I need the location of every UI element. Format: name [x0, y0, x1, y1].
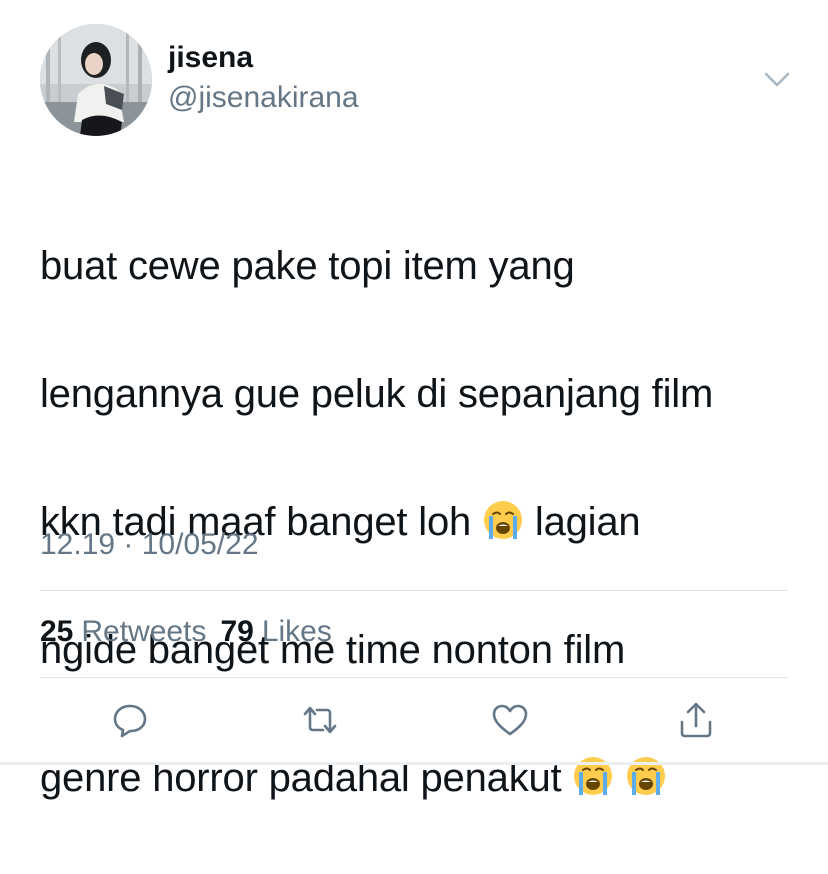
action-bar — [0, 690, 828, 750]
display-name[interactable]: jisena — [168, 40, 253, 76]
likes-label[interactable]: Likes — [262, 615, 332, 648]
reply-icon[interactable] — [108, 698, 152, 742]
divider — [40, 590, 788, 591]
retweets-count[interactable]: 25 — [40, 615, 73, 648]
tweet-text-line: lengannya gue peluk di sepanjang film — [40, 372, 714, 416]
chevron-down-icon[interactable] — [760, 64, 794, 94]
tweet-text: buat cewe pake topi item yang lengannya … — [40, 170, 810, 874]
engagement-stats: 25 Retweets 79 Likes — [40, 614, 332, 650]
tweet-text-line: buat cewe pake topi item yang — [40, 244, 575, 288]
share-icon[interactable] — [674, 698, 718, 742]
heart-icon[interactable] — [488, 698, 532, 742]
avatar[interactable] — [40, 24, 152, 136]
user-handle[interactable]: @jisenakirana — [168, 80, 359, 116]
loudly-crying-face-emoji — [482, 499, 524, 541]
tweet-detail: jisena @jisenakirana buat cewe pake topi… — [0, 0, 828, 800]
likes-count[interactable]: 79 — [220, 615, 253, 648]
divider — [40, 677, 788, 678]
tweet-text-line: genre horror padahal penakut — [40, 746, 810, 810]
retweets-label[interactable]: Retweets — [81, 615, 206, 648]
retweet-icon[interactable] — [298, 698, 342, 742]
tweet-text-segment: lagian — [534, 500, 641, 544]
profile-photo — [40, 24, 152, 136]
tweet-timestamp[interactable]: 12.19 · 10/05/22 — [40, 527, 259, 563]
